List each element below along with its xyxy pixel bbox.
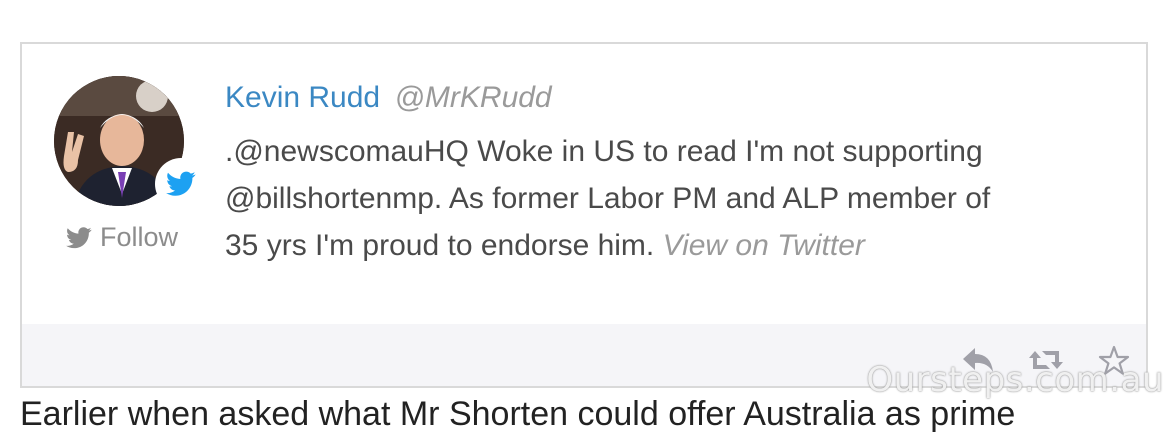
tweet-body: Follow Kevin Rudd @MrKRudd .@newscomauHQ… [22, 44, 1146, 324]
follow-label: Follow [100, 222, 179, 252]
article-paragraph: Earlier when asked what Mr Shorten could… [20, 395, 1016, 433]
tweet-text-line: 35 yrs I'm proud to endorse him. [225, 229, 655, 262]
follow-button[interactable]: Follow [66, 222, 178, 253]
tweet-content: Kevin Rudd @MrKRudd .@newscomauHQ Woke i… [225, 78, 1105, 269]
twitter-bird-icon [66, 226, 92, 248]
tweet-text-line: @billshortenmp. As former Labor PM and A… [225, 182, 991, 215]
view-on-twitter-link[interactable]: View on Twitter [663, 229, 865, 262]
author-handle-link[interactable]: @MrKRudd [394, 81, 551, 114]
twitter-badge [155, 158, 207, 210]
tweet-text-line: .@newscomauHQ Woke in US to read I'm not… [225, 135, 983, 168]
tweet-text: .@newscomauHQ Woke in US to read I'm not… [225, 128, 1105, 269]
author-line: Kevin Rudd @MrKRudd [225, 78, 1105, 118]
twitter-bird-icon [166, 171, 196, 196]
embedded-tweet-card: Follow Kevin Rudd @MrKRudd .@newscomauHQ… [20, 42, 1148, 388]
author-name-link[interactable]: Kevin Rudd [225, 81, 380, 114]
tweet-text-line-last: 35 yrs I'm proud to endorse him. View on… [225, 222, 1105, 269]
